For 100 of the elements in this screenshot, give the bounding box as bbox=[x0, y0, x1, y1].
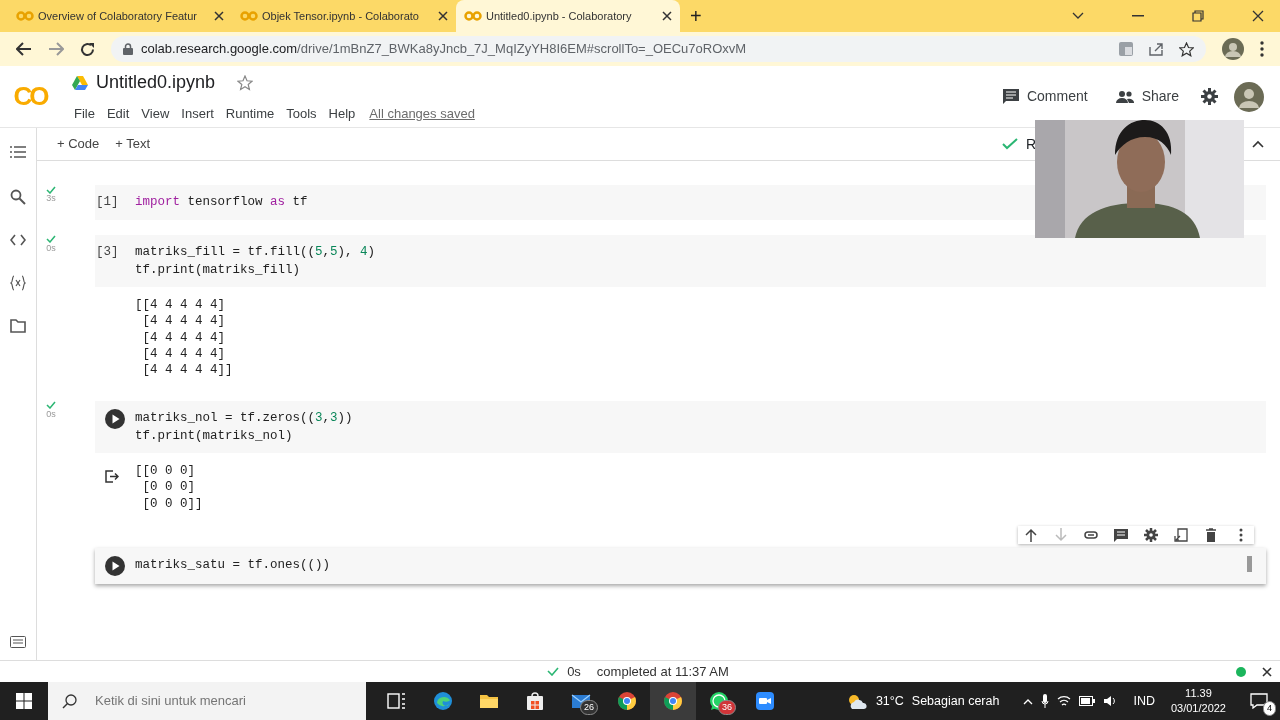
share-button[interactable]: Share bbox=[1109, 85, 1185, 108]
speaker-icon[interactable] bbox=[1103, 695, 1118, 707]
add-text-button[interactable]: + Text bbox=[107, 134, 159, 154]
star-icon[interactable] bbox=[1179, 41, 1194, 57]
code-cell[interactable]: [3] matriks_fill = tf.fill((5,5), 4) tf.print(matriks_fill) bbox=[95, 234, 1266, 287]
task-view-icon[interactable] bbox=[387, 691, 407, 711]
check-icon bbox=[547, 667, 560, 676]
browser-tab[interactable]: Objek Tensor.ipynb - Colaborato bbox=[232, 0, 456, 32]
execution-time: 0s bbox=[45, 409, 57, 419]
browser-icon[interactable] bbox=[663, 691, 683, 711]
comment-icon[interactable] bbox=[1114, 528, 1128, 542]
weather-text: Sebagian cerah bbox=[911, 692, 1000, 710]
status-duration: 0s bbox=[547, 661, 581, 682]
people-icon bbox=[1115, 90, 1134, 103]
add-code-button[interactable]: + Code bbox=[49, 134, 108, 154]
code-editor[interactable]: matriks_fill = tf.fill((5,5), 4) tf.print(matriks_fill) bbox=[135, 242, 1266, 279]
start-button[interactable] bbox=[16, 693, 32, 709]
restore-icon[interactable] bbox=[1192, 10, 1204, 22]
code-icon[interactable] bbox=[10, 232, 26, 248]
reload-icon[interactable] bbox=[80, 41, 95, 57]
mirror-icon[interactable] bbox=[1174, 528, 1188, 542]
keyboard-icon[interactable] bbox=[10, 636, 26, 648]
menu-item[interactable]: Insert bbox=[175, 104, 220, 124]
colab-logo: CO bbox=[12, 80, 48, 113]
taskbar-search-box[interactable]: Ketik di sini untuk mencari bbox=[48, 682, 366, 720]
avatar-icon[interactable] bbox=[1222, 38, 1244, 60]
notification-icon[interactable] bbox=[1250, 693, 1268, 710]
close-icon[interactable] bbox=[1252, 10, 1264, 22]
menu-item[interactable]: Tools bbox=[280, 104, 323, 124]
code-cell[interactable]: matriks_nol = tf.zeros((3,3)) tf.print(matriks_nol) bbox=[95, 400, 1266, 453]
menu-item[interactable]: Edit bbox=[100, 104, 136, 124]
execution-time: 0s bbox=[45, 243, 57, 253]
close-icon[interactable] bbox=[438, 11, 448, 21]
status-message: completed at 11:37 AM bbox=[596, 662, 729, 681]
variables-icon[interactable] bbox=[10, 275, 26, 291]
code-cell[interactable]: matriks_satu = tf.ones(()) bbox=[95, 548, 1266, 584]
comment-button[interactable]: Comment bbox=[996, 85, 1094, 108]
arrow-up-icon[interactable] bbox=[1024, 528, 1038, 542]
url-text: colab.research.google.com/drive/1mBnZ7_BWKa8yJncb_7J_MqIZyYH8I6EM#scrollTo=_OECu7oROxvM bbox=[141, 40, 747, 59]
browser-icon[interactable] bbox=[617, 691, 637, 711]
colab-logo-icon bbox=[240, 11, 258, 21]
search-icon[interactable] bbox=[10, 189, 26, 205]
browser-tab[interactable]: Overview of Colaboratory Featur bbox=[8, 0, 232, 32]
colab-logo-icon bbox=[16, 11, 34, 21]
notebook-title[interactable]: Untitled0.ipynb bbox=[96, 69, 216, 97]
forward-icon[interactable] bbox=[48, 42, 64, 56]
output-icon[interactable] bbox=[105, 470, 119, 484]
execution-time: 3s bbox=[45, 194, 57, 203]
check-icon bbox=[1001, 138, 1018, 150]
star-icon[interactable] bbox=[237, 74, 254, 91]
microphone-icon[interactable] bbox=[1041, 694, 1050, 708]
wifi-icon[interactable] bbox=[1057, 695, 1072, 707]
settings-icon[interactable] bbox=[1144, 528, 1158, 542]
chevron-up-icon[interactable] bbox=[1252, 140, 1264, 148]
battery-icon[interactable] bbox=[1079, 696, 1096, 706]
connected-icon bbox=[1236, 666, 1246, 677]
new-tab-button[interactable]: + bbox=[680, 1, 712, 31]
back-icon[interactable] bbox=[16, 42, 32, 56]
settings-icon[interactable] bbox=[1201, 88, 1218, 105]
notification-count: 4 bbox=[1263, 700, 1276, 717]
code-editor[interactable]: matriks_satu = tf.ones(()) bbox=[135, 556, 1247, 576]
browser-icon[interactable] bbox=[433, 691, 453, 711]
close-icon[interactable] bbox=[1262, 666, 1272, 677]
delete-icon[interactable] bbox=[1204, 528, 1218, 542]
temperature: 31°C bbox=[875, 692, 904, 710]
cell-output: [[0 0 0] [0 0 0] [0 0 0]] bbox=[135, 462, 203, 512]
menu-item[interactable]: View bbox=[135, 104, 176, 124]
save-status-link[interactable]: All changes saved bbox=[369, 104, 475, 124]
colab-logo-icon bbox=[464, 11, 482, 21]
close-icon[interactable] bbox=[662, 11, 672, 21]
code-editor[interactable]: matriks_nol = tf.zeros((3,3)) tf.print(matriks_nol) bbox=[135, 408, 1266, 445]
language-indicator[interactable]: IND bbox=[1133, 691, 1155, 711]
runtime-label: R bbox=[1025, 134, 1036, 154]
address-bar[interactable]: colab.research.google.com/drive/1mBnZ7_BWKa8yJncb_7J_MqIZyYH8I6EM#scrollTo=_OECu7oROxvM bbox=[111, 36, 1206, 62]
store-icon[interactable] bbox=[525, 691, 545, 711]
comment-icon bbox=[1002, 88, 1019, 105]
run-button[interactable] bbox=[105, 556, 125, 576]
menu-item[interactable]: Runtime bbox=[219, 104, 281, 124]
link-icon[interactable] bbox=[1084, 528, 1098, 542]
menu-item[interactable]: File bbox=[68, 104, 101, 124]
run-button[interactable] bbox=[105, 408, 125, 429]
folder-icon[interactable] bbox=[10, 318, 26, 334]
browser-tab[interactable]: Untitled0.ipynb - Colaboratory bbox=[456, 0, 680, 32]
share-icon[interactable] bbox=[1149, 42, 1163, 56]
search-icon bbox=[62, 693, 77, 709]
chevron-down-icon[interactable] bbox=[1072, 12, 1084, 20]
more-icon[interactable] bbox=[1260, 41, 1264, 57]
avatar-icon[interactable] bbox=[1234, 81, 1264, 112]
menu-item[interactable]: Help bbox=[322, 104, 362, 124]
execution-count: [3] bbox=[96, 243, 120, 261]
minimize-icon[interactable] bbox=[1132, 15, 1144, 17]
code-editor[interactable]: import tensorflow as tf bbox=[135, 193, 1266, 212]
close-icon[interactable] bbox=[214, 11, 224, 21]
taskbar-search-field[interactable]: Ketik di sini untuk mencari bbox=[93, 690, 353, 712]
taskbar-clock[interactable]: 11.39 03/01/2022 bbox=[1170, 686, 1226, 716]
video-camera-icon[interactable] bbox=[755, 691, 775, 711]
drive-icon bbox=[72, 75, 88, 90]
lock-icon bbox=[123, 43, 133, 55]
execution-count: [1] bbox=[96, 194, 120, 211]
scrollbar[interactable] bbox=[1247, 556, 1252, 572]
